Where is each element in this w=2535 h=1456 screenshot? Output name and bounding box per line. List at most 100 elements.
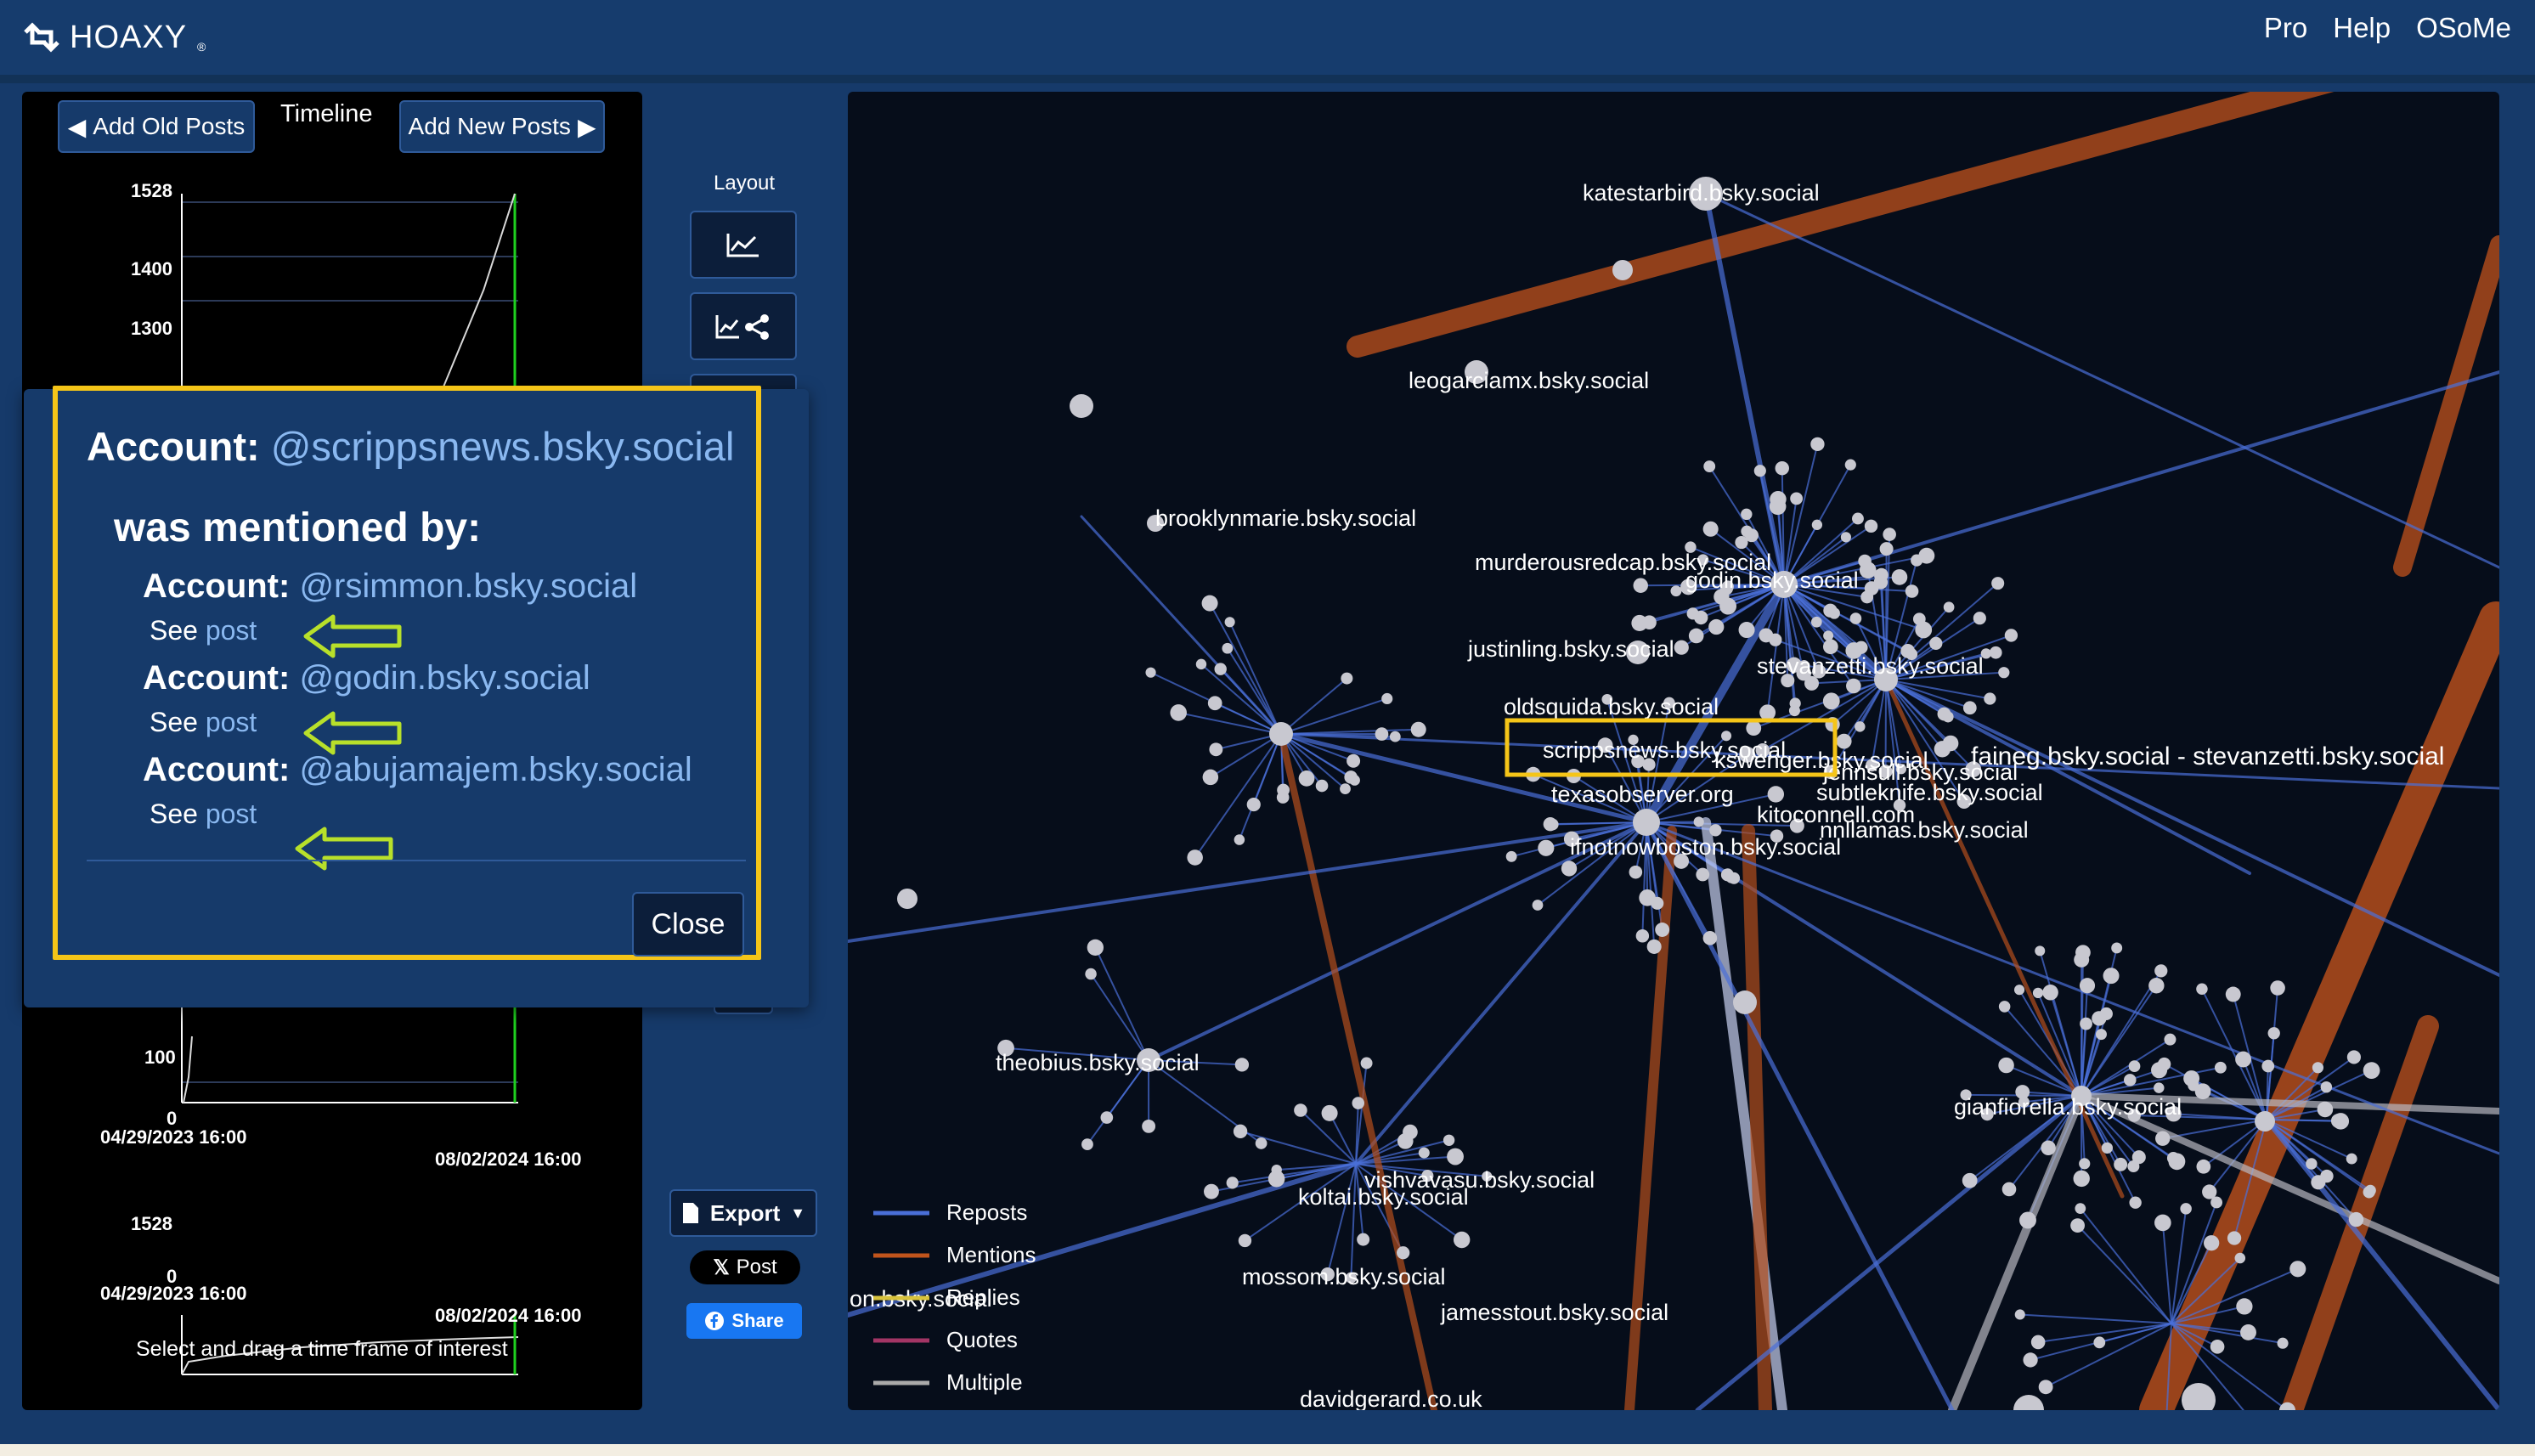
network-node[interactable] xyxy=(1543,816,1558,832)
network-node[interactable] xyxy=(1759,704,1776,721)
network-node[interactable] xyxy=(1532,900,1544,911)
network-node[interactable] xyxy=(1410,721,1426,737)
network-node[interactable] xyxy=(1849,612,1862,624)
network-node[interactable] xyxy=(2363,1186,2375,1199)
network-node[interactable] xyxy=(1375,727,1389,741)
network-node[interactable] xyxy=(1855,721,1866,732)
network-node[interactable] xyxy=(1298,770,1315,787)
network-node[interactable] xyxy=(1703,460,1716,472)
post-link[interactable]: post xyxy=(206,707,257,737)
network-node[interactable] xyxy=(1874,567,1889,582)
network-node[interactable] xyxy=(1741,508,1753,521)
network-node[interactable] xyxy=(1741,525,1753,538)
network-node[interactable] xyxy=(1447,1148,1464,1165)
network-node[interactable] xyxy=(2311,1175,2326,1190)
network-node[interactable] xyxy=(1349,775,1360,786)
network-node[interactable] xyxy=(1822,692,1840,710)
network-node[interactable] xyxy=(1214,663,1227,675)
network-node[interactable] xyxy=(1403,1124,1418,1140)
network-node[interactable] xyxy=(1859,562,1877,579)
nav-help-link[interactable]: Help xyxy=(2333,12,2391,44)
network-node[interactable] xyxy=(2194,1083,2211,1100)
network-node[interactable] xyxy=(1360,1057,1373,1069)
network-node[interactable] xyxy=(2182,1383,2216,1410)
network-node[interactable] xyxy=(2261,1059,2275,1073)
network-node[interactable] xyxy=(1321,1104,1338,1121)
network-node[interactable] xyxy=(1081,1138,1093,1151)
network-node[interactable] xyxy=(897,889,917,909)
network-node[interactable] xyxy=(1561,861,1578,877)
network-node[interactable] xyxy=(1846,678,1861,694)
network-node[interactable] xyxy=(1276,791,1290,804)
network-node[interactable] xyxy=(1702,931,1718,945)
network-node[interactable] xyxy=(2004,629,2018,642)
network-node[interactable] xyxy=(1693,816,1704,827)
network-node[interactable] xyxy=(1234,1058,1250,1072)
network-node[interactable] xyxy=(1204,1183,1219,1199)
network-node[interactable] xyxy=(1989,646,2002,659)
network-node[interactable] xyxy=(2001,1182,2017,1197)
network-node[interactable] xyxy=(2317,1101,2334,1118)
network-node[interactable] xyxy=(2023,1352,2038,1368)
network-node[interactable] xyxy=(1315,779,1329,793)
network-node[interactable] xyxy=(1879,542,1894,556)
network-node[interactable] xyxy=(1746,720,1762,736)
network-node[interactable] xyxy=(2196,983,2208,995)
network-node[interactable] xyxy=(1269,722,1293,746)
network-node[interactable] xyxy=(1209,742,1223,757)
network-node[interactable] xyxy=(2225,986,2241,1002)
network-node[interactable] xyxy=(1973,612,1986,625)
network-node[interactable] xyxy=(1775,460,1789,476)
network-node[interactable] xyxy=(1142,1119,1156,1133)
network-node[interactable] xyxy=(2092,1011,2107,1026)
network-node[interactable] xyxy=(2255,1111,2275,1132)
network-node[interactable] xyxy=(1271,1164,1282,1176)
network-node[interactable] xyxy=(1891,569,1908,585)
network-node[interactable] xyxy=(1828,607,1840,619)
network-node[interactable] xyxy=(2168,1153,2186,1171)
network-node[interactable] xyxy=(1788,705,1800,717)
network-node[interactable] xyxy=(1246,798,1261,812)
network-node[interactable] xyxy=(2346,1050,2361,1064)
network-node[interactable] xyxy=(2032,987,2044,999)
network-node[interactable] xyxy=(1753,465,1766,477)
network-node[interactable] xyxy=(1905,584,1919,598)
network-node[interactable] xyxy=(1811,519,1823,530)
network-node[interactable] xyxy=(2129,1196,2142,1209)
network-node[interactable] xyxy=(1505,850,1517,862)
network-node[interactable] xyxy=(2235,1051,2252,1068)
network-node[interactable] xyxy=(1844,459,1856,471)
network-node[interactable] xyxy=(2093,1336,2106,1349)
network-node[interactable] xyxy=(1443,1134,1455,1146)
network-node[interactable] xyxy=(2155,1131,2171,1146)
network-node[interactable] xyxy=(1911,554,1923,567)
network-node[interactable] xyxy=(2080,1017,2092,1030)
network-node[interactable] xyxy=(2164,1033,2176,1046)
network-node[interactable] xyxy=(1341,672,1353,685)
network-node[interactable] xyxy=(2128,1060,2141,1072)
network-node[interactable] xyxy=(1224,617,1235,628)
network-node[interactable] xyxy=(2196,1159,2211,1174)
network-node[interactable] xyxy=(1674,640,1689,655)
network-node[interactable] xyxy=(1767,786,1785,803)
network-node[interactable] xyxy=(1639,889,1656,906)
network-node[interactable] xyxy=(2320,1081,2333,1093)
network-node[interactable] xyxy=(2079,1158,2091,1170)
mention-handle-link[interactable]: @rsimmon.bsky.social xyxy=(299,567,637,605)
network-node[interactable] xyxy=(1822,639,1838,655)
network-node[interactable] xyxy=(1538,839,1555,856)
network-node[interactable] xyxy=(2075,945,2091,961)
network-node[interactable] xyxy=(1770,490,1787,508)
network-node[interactable] xyxy=(1962,701,1977,715)
network-node[interactable] xyxy=(1381,692,1393,705)
network-node[interactable] xyxy=(2127,1160,2140,1173)
network-node[interactable] xyxy=(2210,1196,2223,1209)
network-node[interactable] xyxy=(1226,1177,1239,1189)
network-node[interactable] xyxy=(1735,535,1748,550)
network-node[interactable] xyxy=(2035,945,2046,957)
network-node[interactable] xyxy=(1670,585,1682,597)
network-node[interactable] xyxy=(1633,809,1660,836)
network-node[interactable] xyxy=(2148,978,2165,994)
add-new-posts-button[interactable]: Add New Posts ▶ xyxy=(399,100,605,153)
network-node[interactable] xyxy=(1453,1231,1471,1249)
